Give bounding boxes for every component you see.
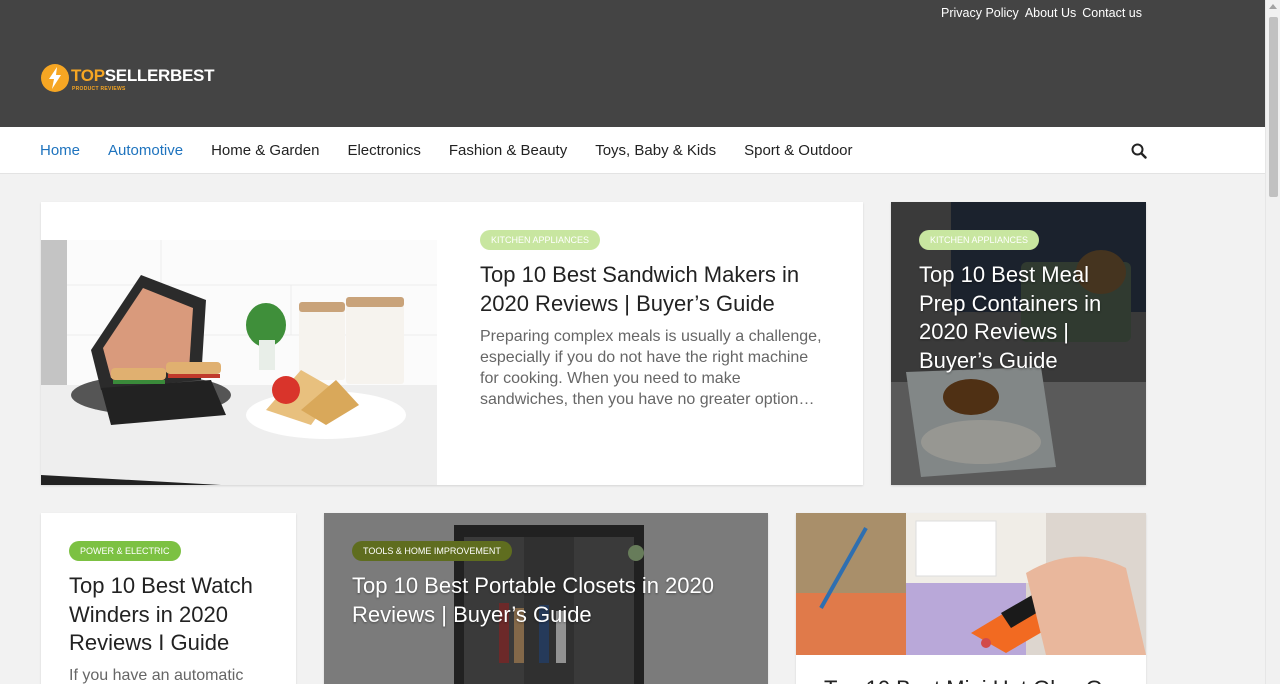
sandwich-maker-image[interactable] <box>41 240 437 485</box>
post-title[interactable]: Top 10 Best Portable Closets in 2020 Rev… <box>352 572 742 629</box>
post-title[interactable]: Top 10 Best Watch Winders in 2020 Review… <box>69 572 279 658</box>
scrollbar-thumb[interactable] <box>1269 17 1278 197</box>
category-badge[interactable]: KITCHEN APPLIANCES <box>480 230 601 250</box>
glue-gun-image[interactable] <box>796 513 1146 655</box>
portable-closet-post-card[interactable]: TOOLS & HOME IMPROVEMENT Top 10 Best Por… <box>324 513 768 684</box>
site-logo[interactable]: TOPSELLERBEST PRODUCT REVIEWS <box>41 64 214 96</box>
nav-menu: Home Automotive Home & Garden Electronic… <box>40 142 853 159</box>
watch-winder-post-card[interactable]: POWER & ELECTRIC Top 10 Best Watch Winde… <box>41 513 296 684</box>
post-excerpt: If you have an automatic <box>69 667 244 684</box>
nav-item-sport-outdoor[interactable]: Sport & Outdoor <box>744 142 852 159</box>
logo-wordmark: TOPSELLERBEST <box>71 66 215 85</box>
category-badge[interactable]: TOOLS & HOME IMPROVEMENT <box>352 541 512 561</box>
privacy-policy-link[interactable]: Privacy Policy <box>941 6 1019 20</box>
top-links: Privacy Policy About Us Contact us <box>941 6 1142 20</box>
category-badge[interactable]: KITCHEN APPLIANCES <box>919 230 1040 250</box>
post-title[interactable]: Top 10 Best Meal Prep Containers in 2020… <box>919 261 1129 375</box>
search-icon[interactable] <box>1131 143 1147 159</box>
contact-us-link[interactable]: Contact us <box>1082 6 1142 20</box>
post-title[interactable]: Top 10 Best Sandwich Makers in 2020 Revi… <box>480 261 820 318</box>
scroll-up-arrow-icon[interactable] <box>1269 4 1277 9</box>
page-scrollbar[interactable] <box>1265 0 1280 684</box>
about-us-link[interactable]: About Us <box>1025 6 1076 20</box>
post-excerpt: Preparing complex meals is usually a cha… <box>480 328 822 408</box>
nav-item-fashion-beauty[interactable]: Fashion & Beauty <box>449 142 567 159</box>
glue-gun-post-card[interactable]: Top 10 Best Mini Hot Glue Guns <box>796 513 1146 684</box>
site-header: Privacy Policy About Us Contact us TOPSE… <box>0 0 1265 127</box>
nav-item-toys-baby-kids[interactable]: Toys, Baby & Kids <box>595 142 716 159</box>
nav-item-electronics[interactable]: Electronics <box>347 142 420 159</box>
lightning-bolt-icon <box>41 64 69 92</box>
main-navigation: Home Automotive Home & Garden Electronic… <box>0 127 1265 174</box>
meal-prep-post-card[interactable]: KITCHEN APPLIANCES Top 10 Best Meal Prep… <box>891 202 1146 485</box>
nav-item-automotive[interactable]: Automotive <box>108 142 183 159</box>
post-title[interactable]: Top 10 Best Mini Hot Glue Guns <box>824 675 1144 684</box>
nav-item-home-garden[interactable]: Home & Garden <box>211 142 319 159</box>
featured-post-card[interactable]: KITCHEN APPLIANCES Top 10 Best Sandwich … <box>41 202 863 485</box>
logo-tagline: PRODUCT REVIEWS <box>72 86 126 92</box>
category-badge[interactable]: POWER & ELECTRIC <box>69 541 181 561</box>
nav-item-home[interactable]: Home <box>40 142 80 159</box>
